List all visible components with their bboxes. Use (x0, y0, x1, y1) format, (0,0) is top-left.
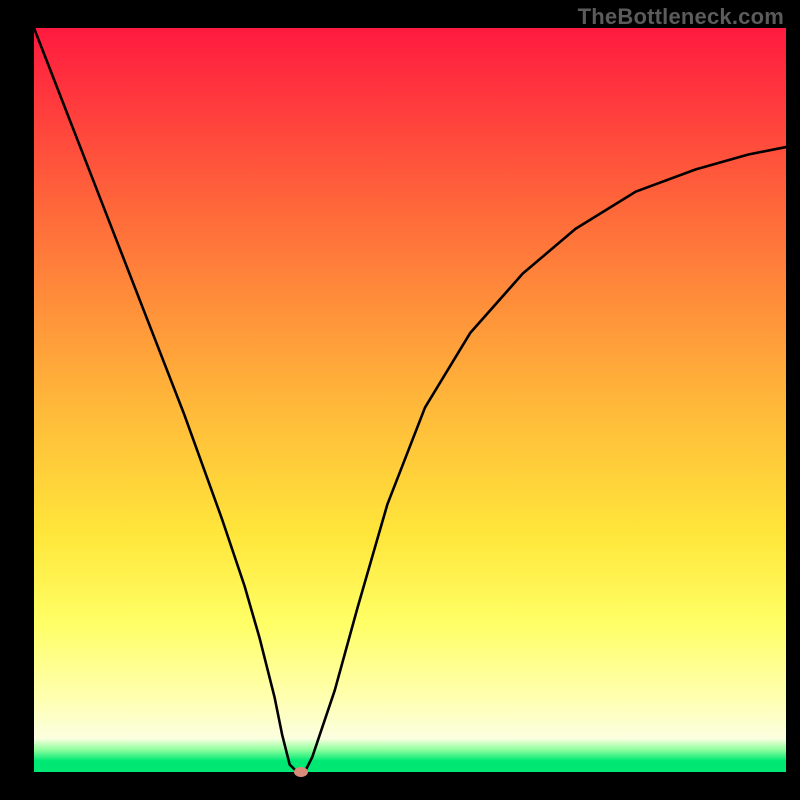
minimum-marker (294, 767, 308, 777)
watermark-label: TheBottleneck.com (578, 4, 784, 30)
plot-background (34, 28, 786, 772)
chart-frame: TheBottleneck.com (0, 0, 800, 800)
chart-svg (0, 0, 800, 800)
